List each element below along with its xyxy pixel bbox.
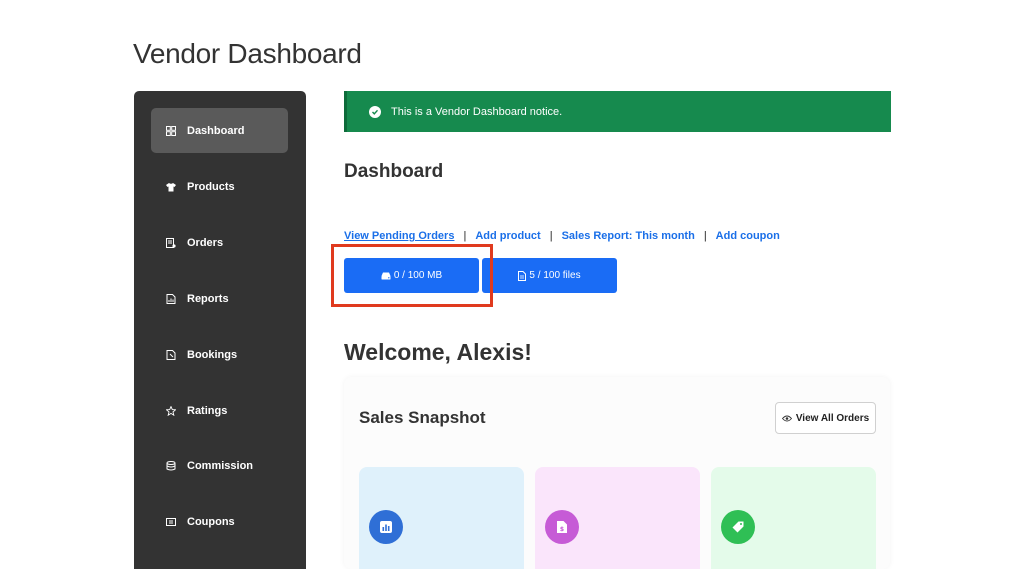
dashboard-grid-icon <box>166 125 176 136</box>
page-title: Vendor Dashboard <box>133 38 362 69</box>
star-icon <box>166 405 176 416</box>
report-chart-icon <box>166 293 176 304</box>
link-separator: | <box>703 230 707 242</box>
sidebar-item-reports[interactable]: Reports <box>151 276 288 321</box>
add-coupon-link[interactable]: Add coupon <box>716 230 780 242</box>
sidebar-item-dashboard[interactable]: Dashboard <box>151 108 288 153</box>
stat-card-orders: $ <box>535 467 700 569</box>
highlight-box <box>331 244 493 307</box>
view-all-orders-button[interactable]: View All Orders <box>775 402 876 434</box>
sidebar-item-label: Dashboard <box>187 124 245 137</box>
sales-report-link[interactable]: Sales Report: This month <box>562 230 695 242</box>
tag-icon <box>721 510 755 544</box>
tshirt-icon <box>166 182 176 192</box>
sales-snapshot-title: Sales Snapshot <box>359 408 486 427</box>
stat-card-coupons <box>711 467 876 569</box>
stat-card-sales <box>359 467 524 569</box>
sidebar-item-label: Orders <box>187 236 224 249</box>
sidebar-item-label: Ratings <box>187 404 228 417</box>
check-circle-icon <box>369 105 381 118</box>
sidebar-item-coupons[interactable]: Coupons <box>151 499 288 544</box>
link-separator: | <box>463 230 467 242</box>
sidebar-item-ratings[interactable]: Ratings <box>151 388 288 433</box>
link-separator: | <box>549 230 553 242</box>
invoice-icon: $ <box>545 510 579 544</box>
bar-chart-icon <box>369 510 403 544</box>
sidebar-item-products[interactable]: Products <box>151 164 288 209</box>
view-pending-orders-link[interactable]: View Pending Orders <box>344 230 454 242</box>
quick-links: View Pending Orders | Add product | Sale… <box>344 230 780 242</box>
file-icon <box>518 270 527 281</box>
sidebar-item-orders[interactable]: Orders <box>151 220 288 265</box>
coupon-icon <box>166 517 176 527</box>
dashboard-heading: Dashboard <box>344 161 444 182</box>
booking-tag-icon <box>166 349 176 360</box>
sidebar-item-label: Bookings <box>187 348 238 361</box>
welcome-heading: Welcome, Alexis! <box>344 339 532 365</box>
add-product-link[interactable]: Add product <box>475 230 540 242</box>
eye-icon <box>781 415 792 422</box>
sidebar-item-label: Reports <box>187 292 229 305</box>
sidebar-item-label: Coupons <box>187 515 235 528</box>
files-quota-label: 5 / 100 files <box>529 270 581 281</box>
notice-banner: This is a Vendor Dashboard notice. <box>344 91 891 132</box>
orders-list-icon <box>166 237 176 248</box>
sidebar-item-bookings[interactable]: Bookings <box>151 332 288 377</box>
sidebar-item-label: Products <box>187 180 235 193</box>
files-quota-button[interactable]: 5 / 100 files <box>482 258 617 293</box>
sidebar-item-label: Commission <box>187 459 254 472</box>
sidebar-item-commission[interactable]: Commission <box>151 443 288 488</box>
notice-text: This is a Vendor Dashboard notice. <box>391 105 563 118</box>
sidebar: Dashboard Products Orders Reports Bookin… <box>134 91 306 569</box>
view-all-orders-label: View All Orders <box>795 412 870 424</box>
svg-text:$: $ <box>560 526 564 533</box>
database-icon <box>166 460 176 471</box>
